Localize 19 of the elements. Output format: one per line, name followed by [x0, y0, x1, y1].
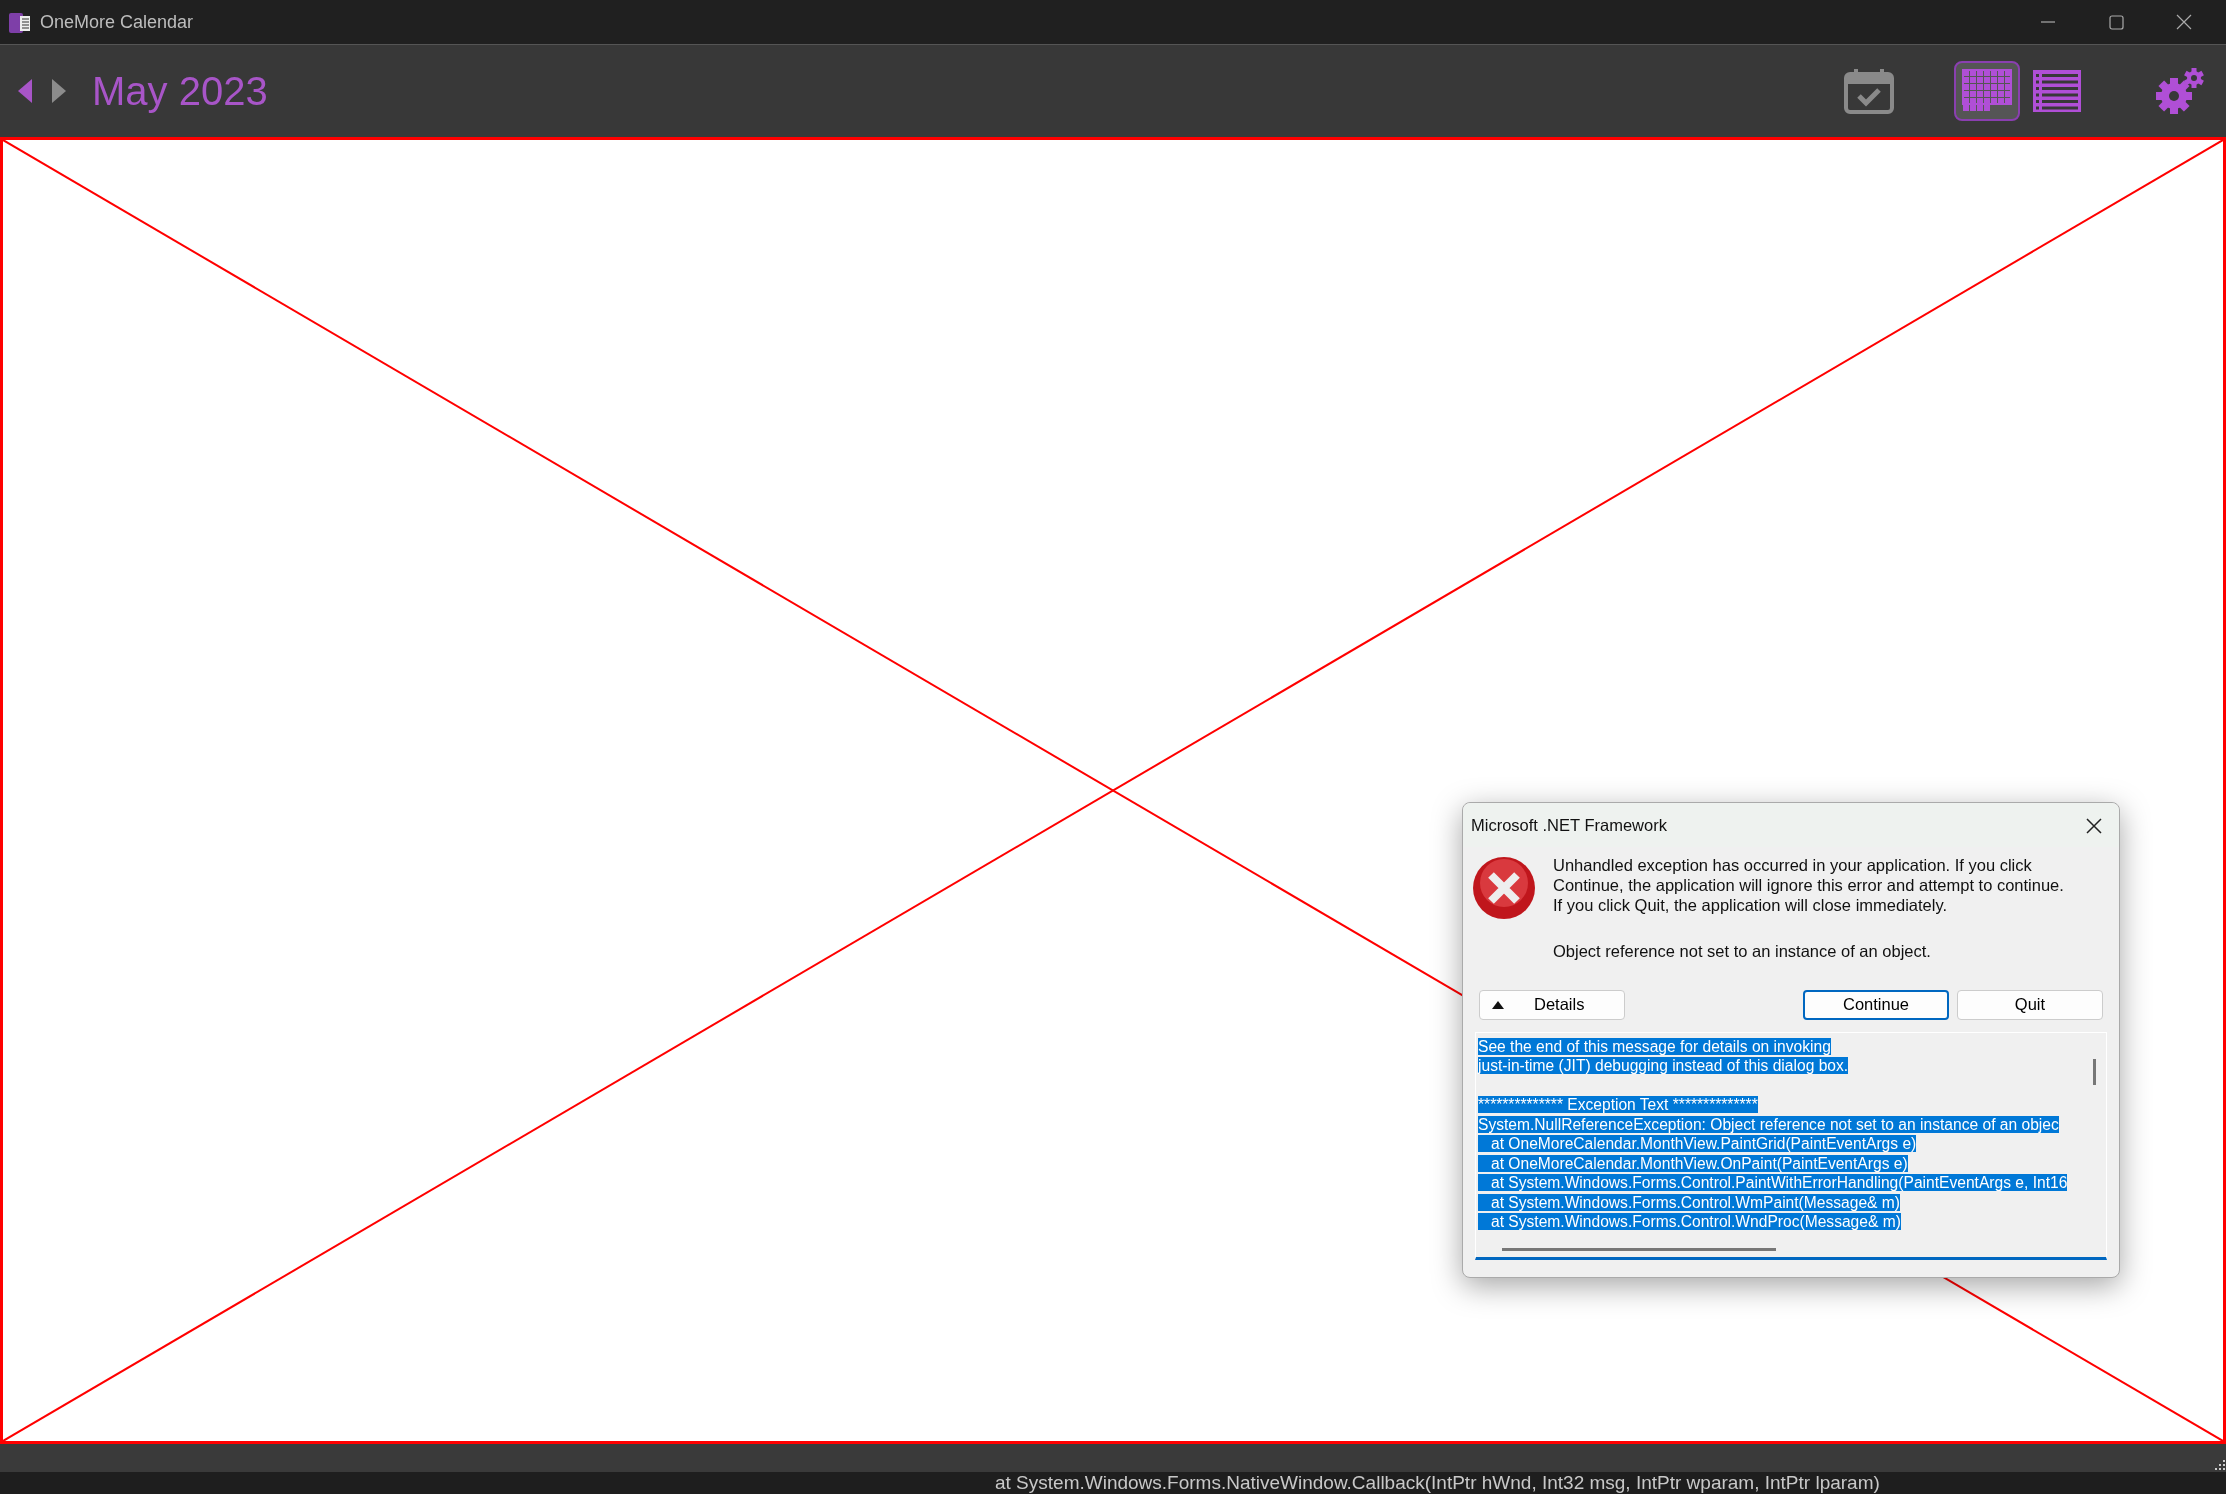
next-icon[interactable] — [50, 77, 68, 105]
stack-trace-line: at System.Windows.Forms.NativeWindow.Callback(IntPtr hWnd, Int32 msg, IntPtr wparam, IntPtr lparam) — [995, 1472, 1880, 1493]
error-icon — [1471, 855, 1537, 921]
scrollbar-thumb[interactable] — [2093, 1058, 2096, 1085]
previous-icon[interactable] — [16, 77, 34, 105]
message-text: Unhandled exception has occurred in your application. If you click Continue, the application will ignore this error and attempt to continue. If you click Quit, the application will close immediately. — [1553, 855, 2065, 915]
caret-icon — [1492, 1000, 1504, 1009]
details-text-area[interactable] — [1475, 1031, 2107, 1260]
details-button[interactable]: Details — [1479, 989, 1625, 1020]
resize-grip-icon[interactable] — [2212, 1458, 2226, 1472]
scrollbar-thumb[interactable] — [1502, 1247, 1776, 1251]
dialog-button[interactable]: Continue — [1803, 989, 1949, 1020]
settings-icon[interactable] — [2154, 66, 2206, 116]
dialog-title: Microsoft .NET Framework — [1471, 814, 1667, 836]
month-title: May 2023 — [92, 68, 268, 115]
window-title: OneMore Calendar — [40, 10, 194, 34]
calendar-check-icon[interactable] — [1844, 68, 1894, 114]
error-message: Object reference not set to an instance of an object. — [1553, 941, 1932, 962]
dialog-button[interactable]: Quit — [1957, 989, 2103, 1020]
